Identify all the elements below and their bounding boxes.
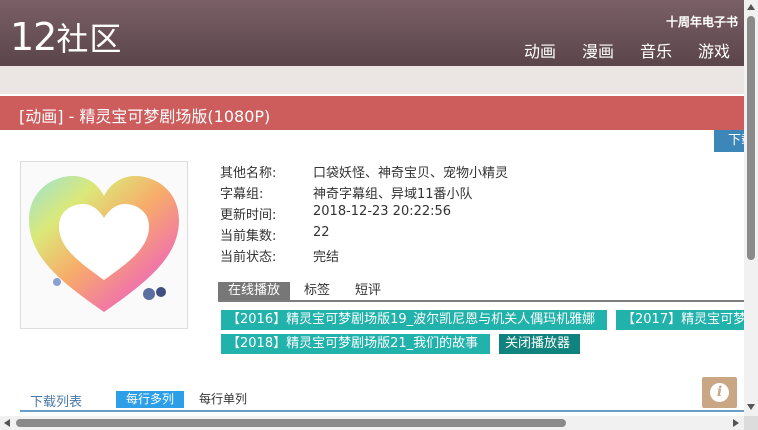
mode-multi-column[interactable]: 每行多列 <box>116 391 184 408</box>
tab-online-play[interactable]: 在线播放 <box>218 282 290 300</box>
main-nav: 动画 漫画 音乐 游戏 <box>498 38 730 62</box>
detail-value: 22 <box>313 225 330 240</box>
detail-key: 更新时间: <box>220 208 277 223</box>
scroll-down-arrow-icon[interactable] <box>747 404 755 410</box>
sub-header-bar <box>0 66 744 94</box>
site-header: 12社区 十周年电子书 动画 漫画 音乐 游戏 <box>0 0 744 66</box>
download-list-divider <box>20 410 744 412</box>
logo-number: 12 <box>10 15 57 59</box>
detail-row: 字幕组: 神奇字幕组、异域11番小队 <box>220 183 508 204</box>
close-player-button[interactable]: 关闭播放器 <box>499 334 580 354</box>
scroll-left-arrow-icon[interactable] <box>4 419 10 427</box>
horizontal-scrollbar[interactable] <box>0 416 744 430</box>
tab-comments[interactable]: 短评 <box>355 282 381 300</box>
scrollbar-corner <box>744 416 758 430</box>
detail-key: 字幕组: <box>220 187 264 202</box>
scroll-up-arrow-icon[interactable] <box>747 4 755 10</box>
title-bar: [动画] - 精灵宝可梦剧场版(1080P) <box>0 96 744 130</box>
site-logo[interactable]: 12社区 <box>10 14 122 62</box>
poster-image <box>20 161 188 329</box>
info-icon: i <box>710 383 729 402</box>
nav-item-manga[interactable]: 漫画 <box>582 38 614 62</box>
detail-key: 当前状态: <box>220 250 277 265</box>
tagline-link[interactable]: 十周年电子书 <box>666 13 738 30</box>
detail-row: 其他名称: 口袋妖怪、神奇宝贝、宠物小精灵 <box>220 162 508 183</box>
scroll-right-arrow-icon[interactable] <box>733 419 739 427</box>
details-list: 其他名称: 口袋妖怪、神奇宝贝、宠物小精灵 字幕组: 神奇字幕组、异域11番小队 更… <box>220 162 508 267</box>
detail-key: 当前集数: <box>220 229 277 244</box>
detail-key: 其他名称: <box>220 166 277 181</box>
download-button[interactable]: 下载 <box>714 130 744 152</box>
vertical-scroll-thumb[interactable] <box>747 16 755 260</box>
info-button[interactable]: i <box>702 377 737 408</box>
episode-button[interactable]: 【2018】精灵宝可梦剧场版21_我们的故事 <box>221 334 490 354</box>
detail-row: 更新时间: 2018-12-23 20:22:56 <box>220 204 508 225</box>
horizontal-scroll-thumb[interactable] <box>16 419 566 427</box>
detail-value: 神奇字幕组、异域11番小队 <box>313 187 473 202</box>
nav-item-anime[interactable]: 动画 <box>524 38 556 62</box>
episode-button[interactable]: 【2017】精灵宝可梦剧场版20_就决定是你了! <box>616 310 744 330</box>
detail-value: 口袋妖怪、神奇宝贝、宠物小精灵 <box>313 166 509 181</box>
poster-heart-art <box>29 176 179 312</box>
content-tabs: 在线播放 标签 短评 <box>218 282 744 302</box>
detail-row: 当前状态: 完结 <box>220 246 508 267</box>
detail-value: 完结 <box>313 250 340 265</box>
logo-text: 社区 <box>56 20 123 58</box>
episode-button[interactable]: 【2016】精灵宝可梦剧场版19_波尔凯尼恩与机关人偶玛机雅娜 <box>221 310 607 330</box>
mode-single-column[interactable]: 每行单列 <box>199 391 247 408</box>
nav-item-games[interactable]: 游戏 <box>698 38 730 62</box>
download-list-label: 下载列表 <box>30 395 83 410</box>
tab-tags[interactable]: 标签 <box>304 282 330 300</box>
vertical-scrollbar[interactable] <box>744 0 758 416</box>
detail-row: 当前集数: 22 <box>220 225 508 246</box>
detail-value: 2018-12-23 20:22:56 <box>313 204 452 219</box>
nav-item-music[interactable]: 音乐 <box>640 38 672 62</box>
page-title: [动画] - 精灵宝可梦剧场版(1080P) <box>19 107 271 126</box>
